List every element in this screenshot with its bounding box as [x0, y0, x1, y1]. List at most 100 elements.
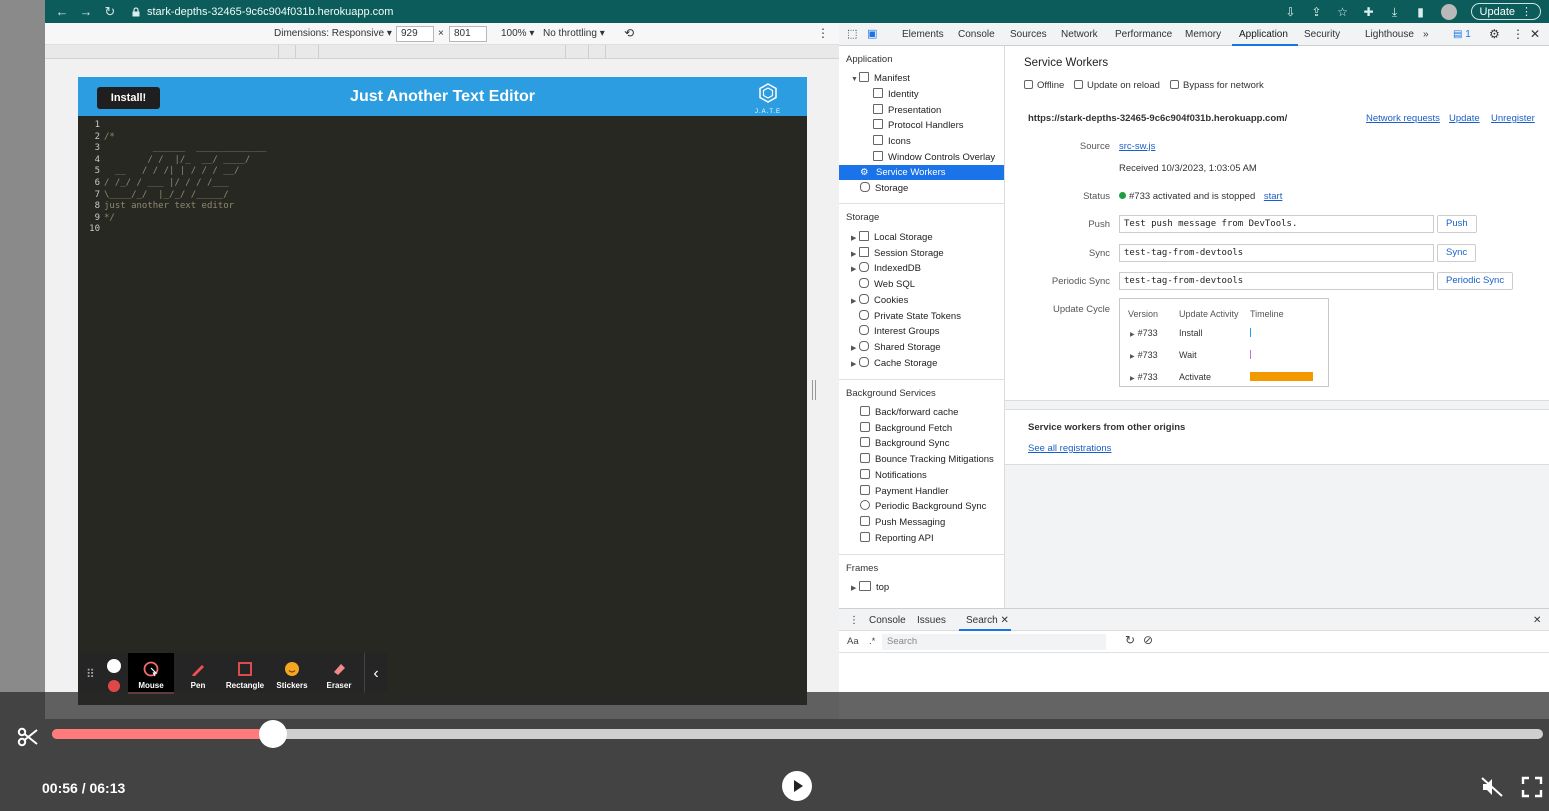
height-input[interactable]: 801: [449, 26, 487, 42]
unregister-link[interactable]: Unregister: [1491, 113, 1535, 124]
profile-avatar[interactable]: [1440, 3, 1457, 20]
network-requests-link[interactable]: Network requests: [1366, 113, 1440, 124]
clear-icon[interactable]: ⊘: [1143, 633, 1153, 647]
tab-network[interactable]: Network: [1061, 29, 1098, 40]
seek-bar[interactable]: [52, 720, 1543, 748]
download-icon[interactable]: ⤓: [1389, 6, 1401, 18]
tab-elements[interactable]: Elements: [902, 29, 944, 40]
push-button[interactable]: Push: [1437, 215, 1477, 233]
close-drawer-icon[interactable]: ✕: [1533, 615, 1541, 626]
drawer-tab-console[interactable]: Console: [869, 615, 906, 626]
see-all-registrations-link[interactable]: See all registrations: [1028, 443, 1111, 454]
periodic-sync-button[interactable]: Periodic Sync: [1437, 272, 1514, 290]
regex-toggle[interactable]: .*: [869, 636, 875, 647]
sidebar-item-service-workers[interactable]: ⚙ Service Workers: [860, 165, 946, 180]
close-tab-icon[interactable]: ✕: [1000, 615, 1008, 626]
seek-handle[interactable]: [258, 720, 287, 748]
device-toggle-icon[interactable]: ▣: [867, 27, 877, 40]
issues-badge[interactable]: ▤ 1: [1453, 29, 1471, 40]
tab-lighthouse[interactable]: Lighthouse: [1365, 29, 1414, 40]
sidebar-item-shared-storage[interactable]: ▶ Shared Storage: [851, 340, 941, 355]
scissors-icon[interactable]: [16, 725, 40, 749]
extensions-icon[interactable]: ✚: [1363, 6, 1375, 18]
sidebar-item-frame-top[interactable]: ▶ top: [851, 580, 889, 595]
sidebar-item-reporting-api[interactable]: Reporting API: [860, 531, 934, 546]
sidebar-item-cookies[interactable]: ▶ Cookies: [851, 293, 908, 308]
tab-memory[interactable]: Memory: [1185, 29, 1221, 40]
sidebar-item-protocol-handlers[interactable]: Protocol Handlers: [873, 118, 964, 133]
fullscreen-icon[interactable]: [1521, 776, 1543, 798]
more-tabs-icon[interactable]: »: [1423, 29, 1429, 40]
drag-handle-icon[interactable]: ⠿: [86, 667, 95, 681]
update-on-reload-checkbox[interactable]: Update on reload: [1074, 80, 1160, 91]
table-row[interactable]: ▶ #733: [1130, 372, 1158, 382]
forward-icon[interactable]: →: [79, 4, 93, 19]
sidebar-item-payment-handler[interactable]: Payment Handler: [860, 484, 948, 499]
tab-application[interactable]: Application: [1239, 29, 1288, 40]
refresh-icon[interactable]: ↻: [1125, 633, 1135, 647]
sidebar-item-icons[interactable]: Icons: [873, 134, 911, 149]
sidebar-item-storage-overview[interactable]: Storage: [860, 181, 908, 196]
code-editor[interactable]: 1 2/* 3 ______ _____________ 4 / / |/_ __/ …: [78, 116, 807, 705]
tab-performance[interactable]: Performance: [1115, 29, 1172, 40]
side-panel-icon[interactable]: ▮: [1415, 6, 1427, 18]
sidebar-item-cache-storage[interactable]: ▶ Cache Storage: [851, 356, 937, 371]
dimensions-dropdown[interactable]: Dimensions: Responsive ▾: [274, 28, 392, 39]
sidebar-item-window-controls-overlay[interactable]: Window Controls Overlay: [873, 150, 995, 165]
sidebar-item-private-state-tokens[interactable]: Private State Tokens: [851, 309, 961, 324]
sidebar-item-local-storage[interactable]: ▶ Local Storage: [851, 230, 933, 245]
sync-input[interactable]: test-tag-from-devtools: [1119, 244, 1434, 262]
sidebar-item-manifest[interactable]: ▼ Manifest: [851, 71, 910, 86]
sidebar-item-session-storage[interactable]: ▶ Session Storage: [851, 246, 944, 261]
drawer-tab-issues[interactable]: Issues: [917, 615, 946, 626]
sidebar-item-indexeddb[interactable]: ▶ IndexedDB: [851, 261, 921, 276]
periodic-sync-input[interactable]: test-tag-from-devtools: [1119, 272, 1434, 290]
sidebar-item-back-forward-cache[interactable]: Back/forward cache: [860, 405, 958, 420]
sidebar-item-bounce-tracking-mitigations[interactable]: Bounce Tracking Mitigations: [860, 452, 994, 467]
start-link[interactable]: start: [1264, 191, 1282, 202]
pen-tool[interactable]: Pen: [175, 653, 221, 694]
throttling-dropdown[interactable]: No throttling ▾: [543, 28, 605, 39]
sidebar-item-interest-groups[interactable]: Interest Groups: [851, 324, 939, 339]
sidebar-item-periodic-background-sync[interactable]: Periodic Background Sync: [860, 499, 986, 514]
update-link[interactable]: Update: [1449, 113, 1480, 124]
sidebar-item-presentation[interactable]: Presentation: [873, 103, 941, 118]
collapse-chevron-icon[interactable]: ‹: [364, 653, 387, 694]
back-icon[interactable]: ←: [55, 4, 69, 19]
resize-handle[interactable]: [812, 380, 816, 400]
pause-icon[interactable]: [107, 659, 121, 673]
inspect-element-icon[interactable]: ⬚: [847, 27, 857, 40]
tab-security[interactable]: Security: [1304, 29, 1340, 40]
muted-speaker-icon[interactable]: [1480, 776, 1504, 798]
stop-icon[interactable]: [108, 680, 120, 692]
mouse-tool[interactable]: Mouse: [128, 653, 174, 694]
rotate-icon[interactable]: ⟲: [624, 26, 634, 40]
close-devtools-icon[interactable]: ✕: [1530, 27, 1540, 41]
width-input[interactable]: 929: [396, 26, 434, 42]
install-app-icon[interactable]: ⇩: [1285, 6, 1297, 18]
settings-gear-icon[interactable]: ⚙: [1489, 27, 1500, 41]
sidebar-item-notifications[interactable]: Notifications: [860, 468, 927, 483]
address-bar[interactable]: stark-depths-32465-9c6c904f031b.herokuap…: [131, 2, 393, 22]
sidebar-item-push-messaging[interactable]: Push Messaging: [860, 515, 945, 530]
sidebar-item-web-sql[interactable]: Web SQL: [851, 277, 915, 292]
bypass-network-checkbox[interactable]: Bypass for network: [1170, 80, 1264, 91]
rectangle-tool[interactable]: Rectangle: [222, 653, 268, 694]
play-button[interactable]: [782, 771, 812, 801]
sidebar-item-background-fetch[interactable]: Background Fetch: [860, 421, 952, 436]
sync-button[interactable]: Sync: [1437, 244, 1477, 262]
bookmark-star-icon[interactable]: ☆: [1337, 6, 1349, 18]
match-case-toggle[interactable]: Aa: [847, 636, 859, 647]
offline-checkbox[interactable]: Offline: [1024, 80, 1064, 91]
table-row[interactable]: ▶ #733: [1130, 328, 1158, 338]
share-icon[interactable]: ⇪: [1311, 6, 1323, 18]
drawer-tab-search[interactable]: Search ✕: [966, 615, 1009, 626]
tab-sources[interactable]: Sources: [1010, 29, 1047, 40]
reload-icon[interactable]: ↻: [103, 4, 117, 20]
table-row[interactable]: ▶ #733: [1130, 350, 1158, 360]
update-button[interactable]: Update ⋮: [1470, 3, 1541, 20]
eraser-tool[interactable]: Eraser: [316, 653, 362, 694]
search-input[interactable]: Search: [882, 634, 1106, 650]
device-menu-icon[interactable]: ⋮: [817, 26, 829, 40]
devtools-menu-icon[interactable]: ⋮: [1512, 27, 1524, 41]
